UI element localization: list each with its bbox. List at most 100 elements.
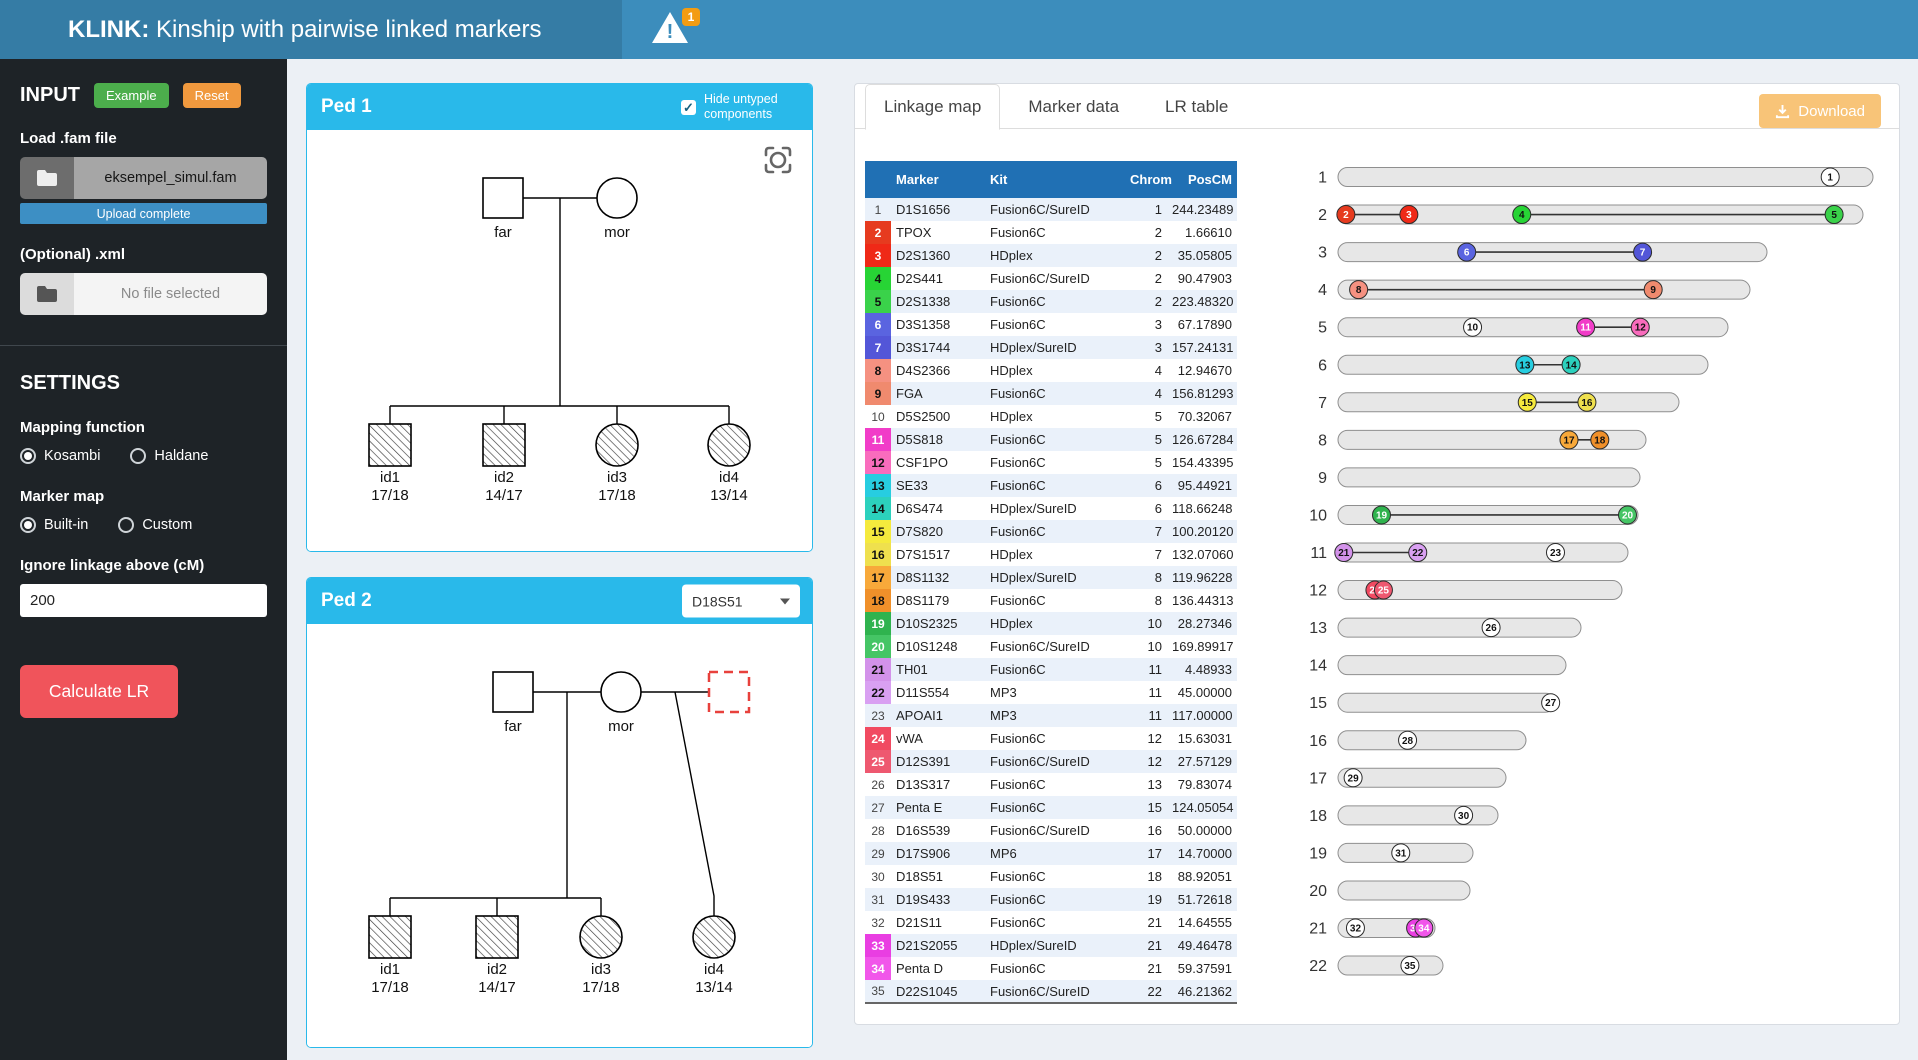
chromosome-row: 71516: [1318, 393, 1679, 412]
kit-cell: Fusion6C: [985, 221, 1125, 244]
chromosome-label: 6: [1318, 357, 1327, 374]
download-button[interactable]: Download: [1759, 94, 1881, 128]
marker-name-cell: D8S1179: [891, 589, 985, 612]
child-id-label: id3: [591, 961, 611, 978]
chrom-cell: 10: [1125, 635, 1167, 658]
poscm-cell: 14.70000: [1167, 842, 1237, 865]
chromosome-bar: [1338, 656, 1566, 675]
poscm-cell: 4.48933: [1167, 658, 1237, 681]
kit-cell: MP3: [985, 681, 1125, 704]
marker-number: 27: [1545, 698, 1557, 709]
tab-lr-table[interactable]: LR table: [1147, 84, 1246, 129]
chromosome-row: 20: [1309, 881, 1470, 900]
marker-number: 22: [1412, 548, 1424, 559]
calculate-lr-button[interactable]: Calculate LR: [20, 665, 178, 718]
marker-name-cell: D8S1132: [891, 566, 985, 589]
marker-table-wrap: MarkerKitChromPosCM 1D1S1656Fusion6C/Sur…: [865, 161, 1237, 1004]
marker-select[interactable]: D18S51: [682, 585, 800, 618]
chrom-cell: 4: [1125, 359, 1167, 382]
chrom-cell: 22: [1125, 980, 1167, 1003]
tab-linkage-map[interactable]: Linkage map: [865, 84, 1000, 130]
warning-notification[interactable]: ! 1: [650, 10, 702, 54]
reset-button[interactable]: Reset: [183, 83, 241, 108]
radio-custom[interactable]: Custom: [118, 517, 192, 533]
ignore-linkage-input[interactable]: [20, 584, 267, 617]
poscm-cell: 46.21362: [1167, 980, 1237, 1003]
chrom-cell: 11: [1125, 704, 1167, 727]
radio-haldane[interactable]: Haldane: [130, 448, 208, 464]
marker-number-cell: 25: [865, 750, 891, 773]
marker-table-row: 19D10S2325HDplex1028.27346: [865, 612, 1237, 635]
marker-table-row: 14D6S474HDplex/SureID6118.66248: [865, 497, 1237, 520]
chromosome-bar: [1338, 393, 1679, 412]
upload-progress: Upload complete: [20, 203, 267, 224]
mapping-function-label: Mapping function: [20, 419, 267, 436]
radio-kosambi[interactable]: Kosambi: [20, 448, 100, 464]
chromosome-label: 3: [1318, 245, 1327, 262]
hide-untyped-checkbox[interactable]: Hide untyped components: [681, 92, 800, 122]
chromosome-row: 2235: [1309, 956, 1443, 975]
radio-custom-label: Custom: [142, 517, 192, 533]
marker-number-cell: 3: [865, 244, 891, 267]
ped1-title: Ped 1: [321, 96, 372, 118]
chromosome-row: 489: [1318, 280, 1750, 299]
mother-label: mor: [608, 718, 634, 735]
marker-name-cell: D18S51: [891, 865, 985, 888]
child-genotype-label: 17/18: [371, 487, 409, 504]
marker-name-cell: D2S1360: [891, 244, 985, 267]
marker-name-cell: D2S441: [891, 267, 985, 290]
kit-cell: Fusion6C/SureID: [985, 980, 1125, 1003]
child-genotype-label: 14/17: [478, 979, 516, 996]
marker-number: 12: [1635, 323, 1647, 334]
marker-number-cell: 19: [865, 612, 891, 635]
kit-cell: HDplex/SureID: [985, 566, 1125, 589]
input-section-title: INPUT: [20, 84, 80, 107]
marker-name-cell: D2S1338: [891, 290, 985, 313]
marker-name-cell: vWA: [891, 727, 985, 750]
xml-file-input[interactable]: No file selected: [20, 273, 267, 315]
kit-cell: Fusion6C: [985, 888, 1125, 911]
radio-built-in[interactable]: Built-in: [20, 517, 88, 533]
chromosome-row: 1931: [1309, 843, 1473, 862]
father-label: far: [494, 224, 512, 241]
marker-name-cell: SE33: [891, 474, 985, 497]
chrom-cell: 12: [1125, 750, 1167, 773]
child-symbol: [708, 424, 750, 466]
chromosome-label: 19: [1309, 845, 1327, 862]
tab-marker-data[interactable]: Marker data: [1010, 84, 1137, 129]
child-genotype-label: 17/18: [371, 979, 409, 996]
app-title-subtitle: Kinship with pairwise linked markers: [149, 16, 541, 43]
crosshair-icon[interactable]: [762, 144, 794, 176]
chromosome-bar: [1338, 806, 1498, 825]
app-header: KLINK: Kinship with pairwise linked mark…: [0, 0, 1918, 59]
example-button[interactable]: Example: [94, 83, 169, 108]
chromosome-row: 1326: [1309, 618, 1581, 637]
marker-table-row: 30D18S51Fusion6C1888.92051: [865, 865, 1237, 888]
marker-name-cell: D4S2366: [891, 359, 985, 382]
kit-cell: HDplex/SureID: [985, 336, 1125, 359]
marker-number-cell: 14: [865, 497, 891, 520]
poscm-cell: 50.00000: [1167, 819, 1237, 842]
chrom-cell: 2: [1125, 267, 1167, 290]
chrom-cell: 3: [1125, 313, 1167, 336]
chromosome-label: 9: [1318, 470, 1327, 487]
marker-number: 30: [1458, 811, 1470, 822]
kit-cell: Fusion6C: [985, 796, 1125, 819]
kit-cell: Fusion6C: [985, 773, 1125, 796]
chromosome-label: 4: [1318, 282, 1327, 299]
marker-number-cell: 2: [865, 221, 891, 244]
kit-cell: HDplex: [985, 543, 1125, 566]
chrom-cell: 15: [1125, 796, 1167, 819]
chrom-cell: 4: [1125, 382, 1167, 405]
chrom-cell: 11: [1125, 658, 1167, 681]
kit-cell: Fusion6C: [985, 911, 1125, 934]
kit-cell: Fusion6C/SureID: [985, 750, 1125, 773]
mother-symbol: [597, 178, 637, 218]
chromosome-label: 13: [1309, 620, 1327, 637]
child-id-label: id2: [494, 469, 514, 486]
kit-cell: HDplex: [985, 612, 1125, 635]
kit-cell: Fusion6C: [985, 727, 1125, 750]
fam-file-input[interactable]: eksempel_simul.fam: [20, 157, 267, 199]
chrom-cell: 10: [1125, 612, 1167, 635]
father-label: far: [504, 718, 522, 735]
